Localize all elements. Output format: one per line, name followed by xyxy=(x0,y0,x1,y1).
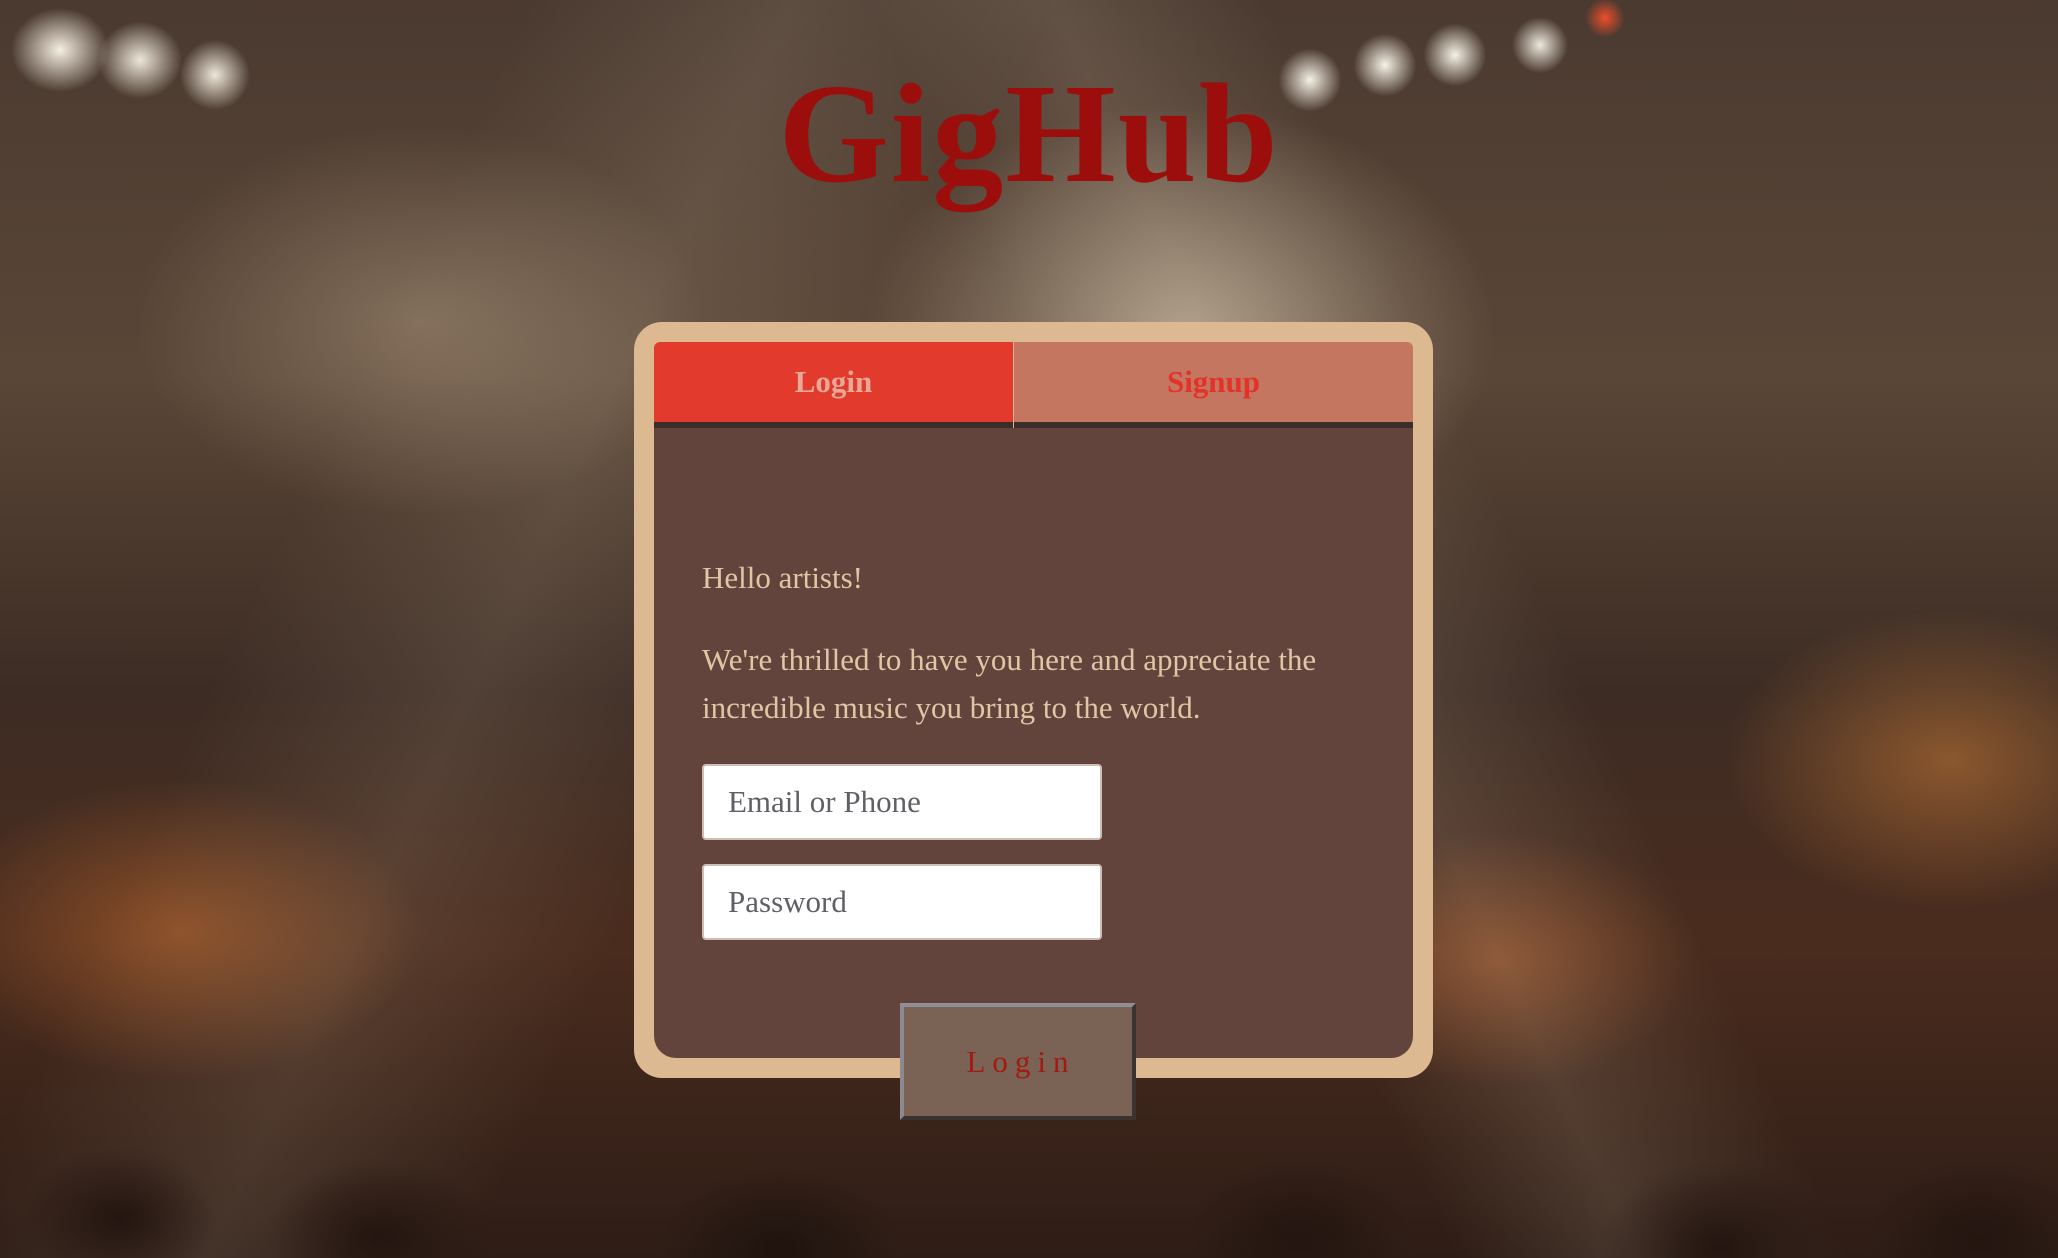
password-input[interactable] xyxy=(702,864,1102,940)
tab-signup[interactable]: Signup xyxy=(1014,342,1413,428)
tab-login[interactable]: Login xyxy=(654,342,1013,428)
email-or-phone-input[interactable] xyxy=(702,764,1102,840)
login-panel: Hello artists! We're thrilled to have yo… xyxy=(654,428,1413,1058)
greeting-text: Hello artists! xyxy=(702,560,863,595)
auth-tabs: Login Signup xyxy=(654,342,1413,429)
intro-text: We're thrilled to have you here and appr… xyxy=(702,642,1317,725)
login-submit-button[interactable]: Login xyxy=(900,1003,1136,1120)
auth-card: Login Signup Hello artists! We're thrill… xyxy=(634,322,1433,1078)
brand-logo: GigHub xyxy=(778,54,1280,212)
